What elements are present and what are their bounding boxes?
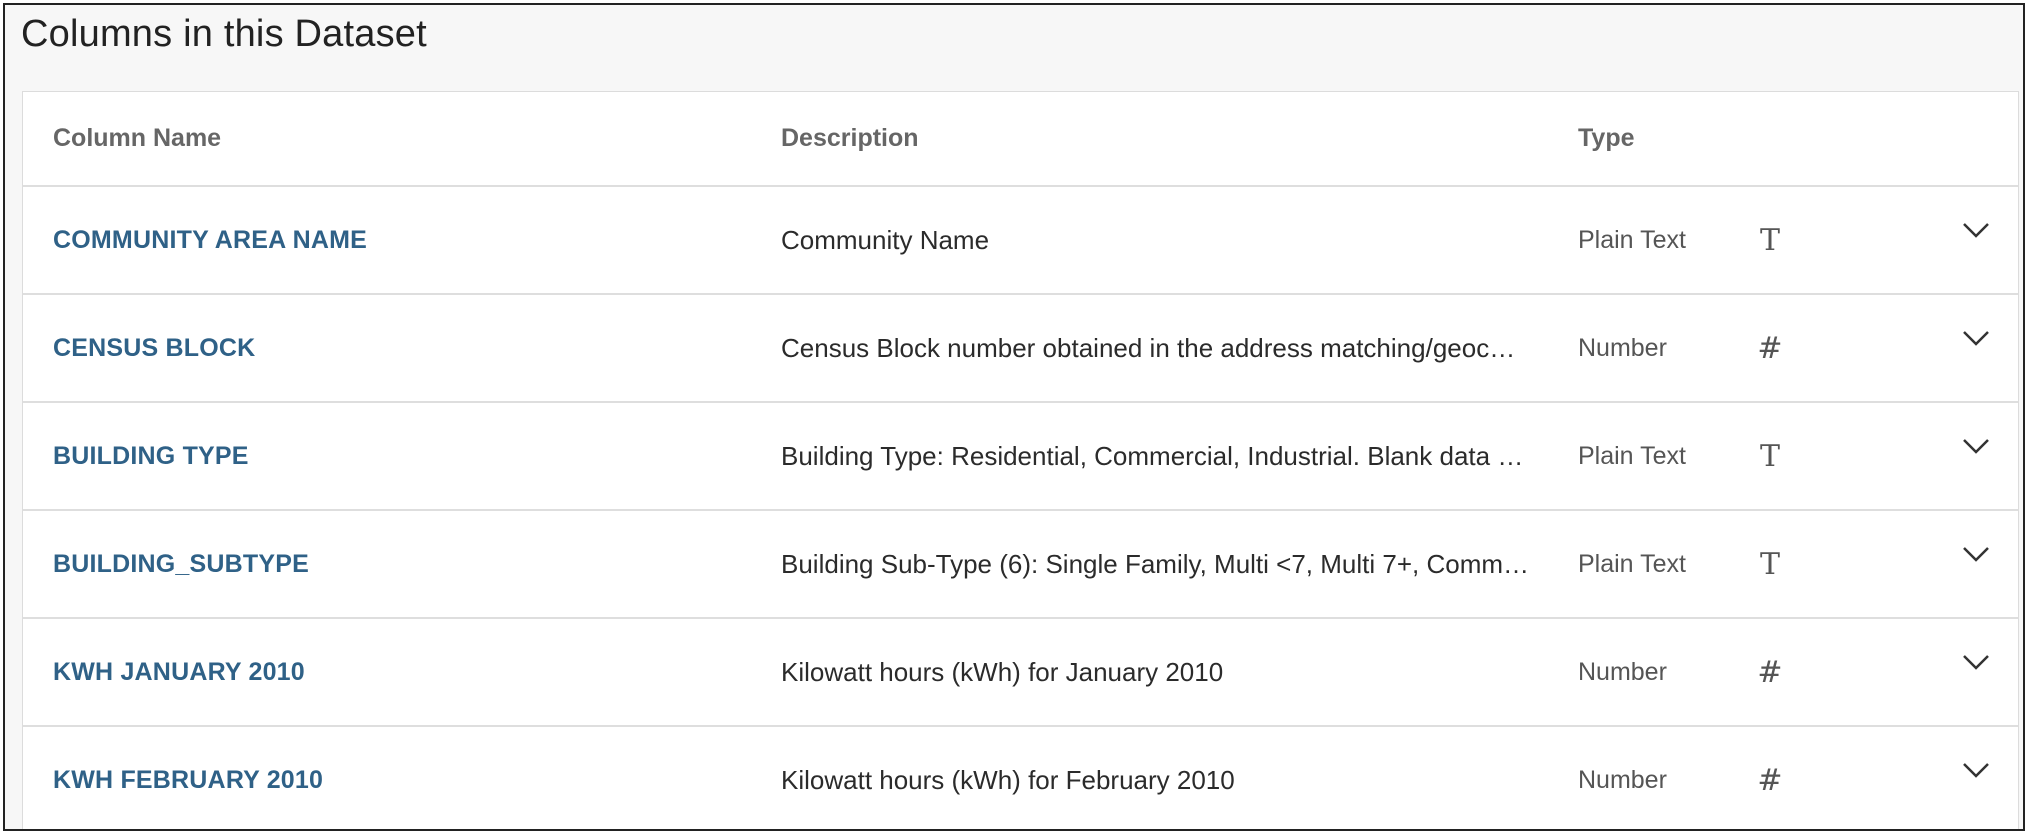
column-name-header: Column Name: [53, 124, 222, 152]
expand-row-button[interactable]: [1958, 717, 1994, 823]
column-name-link[interactable]: COMMUNITY AREA NAME: [53, 226, 367, 255]
section-title: Columns in this Dataset: [21, 13, 427, 55]
chevron-down-icon[interactable]: [1962, 761, 1990, 779]
table-row[interactable]: BUILDING TYPE Building Type: Residential…: [23, 403, 2018, 511]
type-header: Type: [1578, 124, 1635, 152]
chevron-down-icon[interactable]: [1962, 653, 1990, 671]
description-header: Description: [781, 124, 919, 152]
number-type-icon: #: [1757, 330, 1783, 366]
column-type: Number: [1578, 657, 1667, 686]
column-description: Community Name: [781, 225, 990, 255]
text-type-icon: T: [1759, 438, 1780, 474]
column-description: Kilowatt hours (kWh) for February 2010: [781, 765, 1235, 795]
column-type: Number: [1578, 765, 1667, 794]
chevron-down-icon[interactable]: [1962, 545, 1990, 563]
columns-table: Column Name Description Type COMMUNITY A…: [22, 91, 2019, 829]
table-row[interactable]: COMMUNITY AREA NAME Community Name Plain…: [23, 187, 2018, 295]
column-type: Number: [1578, 333, 1667, 362]
expand-row-button[interactable]: [1958, 501, 1994, 607]
column-description: Census Block number obtained in the addr…: [781, 333, 1516, 363]
column-name-link[interactable]: BUILDING_SUBTYPE: [53, 550, 309, 579]
number-type-icon: #: [1757, 762, 1783, 798]
column-description: Kilowatt hours (kWh) for January 2010: [781, 657, 1224, 687]
chevron-down-icon[interactable]: [1962, 329, 1990, 347]
column-type: Plain Text: [1578, 441, 1686, 470]
table-row[interactable]: BUILDING_SUBTYPE Building Sub-Type (6): …: [23, 511, 2018, 619]
expand-row-button[interactable]: [1958, 285, 1994, 391]
column-type: Plain Text: [1578, 549, 1686, 578]
chevron-down-icon[interactable]: [1962, 437, 1990, 455]
column-name-link[interactable]: KWH JANUARY 2010: [53, 658, 305, 687]
table-row[interactable]: KWH FEBRUARY 2010 Kilowatt hours (kWh) f…: [23, 727, 2018, 829]
table-header-row: Column Name Description Type: [23, 92, 2018, 187]
column-description: Building Type: Residential, Commercial, …: [781, 441, 1524, 471]
table-row[interactable]: CENSUS BLOCK Census Block number obtaine…: [23, 295, 2018, 403]
column-name-link[interactable]: BUILDING TYPE: [53, 442, 249, 471]
column-name-link[interactable]: CENSUS BLOCK: [53, 334, 255, 363]
expand-row-button[interactable]: [1958, 177, 1994, 283]
text-type-icon: T: [1759, 222, 1780, 258]
expand-row-button[interactable]: [1958, 609, 1994, 715]
expand-row-button[interactable]: [1958, 393, 1994, 499]
column-description: Building Sub-Type (6): Single Family, Mu…: [781, 549, 1530, 579]
columns-panel: Columns in this Dataset Column Name Desc…: [3, 3, 2025, 831]
chevron-down-icon[interactable]: [1962, 221, 1990, 239]
number-type-icon: #: [1757, 654, 1783, 690]
column-type: Plain Text: [1578, 225, 1686, 254]
text-type-icon: T: [1759, 546, 1780, 582]
table-row[interactable]: KWH JANUARY 2010 Kilowatt hours (kWh) fo…: [23, 619, 2018, 727]
column-name-link[interactable]: KWH FEBRUARY 2010: [53, 766, 323, 795]
